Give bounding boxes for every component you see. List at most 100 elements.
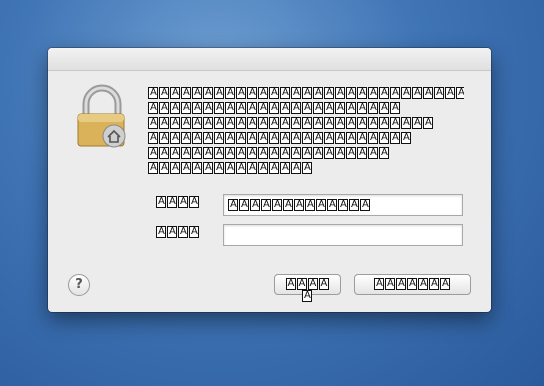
ok-glyph bbox=[396, 277, 406, 291]
message-glyph bbox=[192, 161, 202, 175]
ok-glyph bbox=[440, 277, 450, 291]
ok-button[interactable] bbox=[354, 274, 471, 295]
message-glyph bbox=[313, 86, 323, 100]
message-glyph bbox=[170, 161, 180, 175]
message-glyph bbox=[357, 116, 367, 130]
message-glyph bbox=[401, 131, 411, 145]
message-line bbox=[148, 101, 464, 116]
ok-glyph bbox=[374, 277, 384, 291]
message-glyph bbox=[214, 146, 224, 160]
message-glyph bbox=[214, 116, 224, 130]
help-icon[interactable]: ? bbox=[68, 274, 90, 296]
name-value-glyph bbox=[327, 198, 337, 212]
cancel-glyph bbox=[318, 277, 329, 291]
message-glyph bbox=[346, 131, 356, 145]
name-value-glyph bbox=[349, 198, 359, 212]
password-label-glyph bbox=[156, 225, 166, 239]
message-glyph bbox=[379, 101, 389, 115]
message-glyph bbox=[148, 131, 158, 145]
message-glyph bbox=[214, 161, 224, 175]
message-glyph bbox=[181, 116, 191, 130]
message-glyph bbox=[346, 116, 356, 130]
name-value-glyph bbox=[283, 198, 293, 212]
message-glyph bbox=[236, 146, 246, 160]
name-value-glyph bbox=[239, 198, 249, 212]
message-line bbox=[148, 131, 464, 146]
message-glyph bbox=[181, 161, 191, 175]
message-glyph bbox=[236, 86, 246, 100]
message-glyph bbox=[236, 131, 246, 145]
message-glyph bbox=[269, 86, 279, 100]
name-label bbox=[156, 195, 200, 209]
message-glyph bbox=[401, 86, 411, 100]
message-glyph bbox=[313, 146, 323, 160]
message-glyph bbox=[346, 146, 356, 160]
message-glyph bbox=[181, 101, 191, 115]
message-glyph bbox=[335, 86, 345, 100]
message-glyph bbox=[170, 101, 180, 115]
name-value-glyph bbox=[316, 198, 326, 212]
message-glyph bbox=[269, 131, 279, 145]
name-value-glyph bbox=[272, 198, 282, 212]
message-glyph bbox=[291, 86, 301, 100]
ok-glyph bbox=[385, 277, 395, 291]
message-glyph bbox=[269, 146, 279, 160]
message-glyph bbox=[324, 86, 334, 100]
message-glyph bbox=[214, 101, 224, 115]
message-glyph bbox=[324, 101, 334, 115]
message-glyph bbox=[192, 86, 202, 100]
message-glyph bbox=[302, 101, 312, 115]
message-glyph bbox=[346, 86, 356, 100]
name-field[interactable] bbox=[223, 194, 463, 216]
message-glyph bbox=[368, 116, 378, 130]
message-glyph bbox=[159, 146, 169, 160]
message-glyph bbox=[148, 161, 158, 175]
message-line bbox=[148, 146, 464, 161]
message-glyph bbox=[225, 146, 235, 160]
message-glyph bbox=[203, 161, 213, 175]
ok-glyph bbox=[407, 277, 417, 291]
name-value-glyph bbox=[250, 198, 260, 212]
message-glyph bbox=[357, 131, 367, 145]
message-glyph bbox=[390, 131, 400, 145]
message-glyph bbox=[203, 116, 213, 130]
message-glyph bbox=[324, 131, 334, 145]
message-glyph bbox=[258, 131, 268, 145]
message-glyph bbox=[148, 146, 158, 160]
message-glyph bbox=[247, 131, 257, 145]
message-glyph bbox=[214, 86, 224, 100]
message-glyph bbox=[401, 116, 411, 130]
message-glyph bbox=[280, 146, 290, 160]
name-label-glyph bbox=[167, 195, 177, 209]
message-glyph bbox=[225, 101, 235, 115]
message-glyph bbox=[346, 101, 356, 115]
cancel-glyph bbox=[285, 277, 296, 291]
message-glyph bbox=[324, 116, 334, 130]
cancel-button[interactable] bbox=[274, 274, 341, 303]
message-glyph bbox=[379, 116, 389, 130]
message-glyph bbox=[225, 116, 235, 130]
message-glyph bbox=[390, 86, 400, 100]
message-glyph bbox=[225, 161, 235, 175]
message-glyph bbox=[258, 101, 268, 115]
message-glyph bbox=[357, 86, 367, 100]
password-field[interactable] bbox=[223, 224, 463, 246]
message-glyph bbox=[214, 131, 224, 145]
message-glyph bbox=[291, 161, 301, 175]
message-glyph bbox=[412, 86, 422, 100]
message-glyph bbox=[148, 116, 158, 130]
message-glyph bbox=[379, 86, 389, 100]
message-glyph bbox=[280, 101, 290, 115]
message-glyph bbox=[434, 86, 444, 100]
message-glyph bbox=[181, 86, 191, 100]
ok-glyph bbox=[429, 277, 439, 291]
message-glyph bbox=[159, 131, 169, 145]
dialog-titlebar[interactable] bbox=[48, 48, 491, 71]
message-glyph bbox=[390, 101, 400, 115]
message-glyph bbox=[368, 101, 378, 115]
message-glyph bbox=[269, 116, 279, 130]
message-glyph bbox=[269, 101, 279, 115]
ok-glyph bbox=[418, 277, 428, 291]
message-glyph bbox=[247, 146, 257, 160]
message-glyph bbox=[236, 161, 246, 175]
